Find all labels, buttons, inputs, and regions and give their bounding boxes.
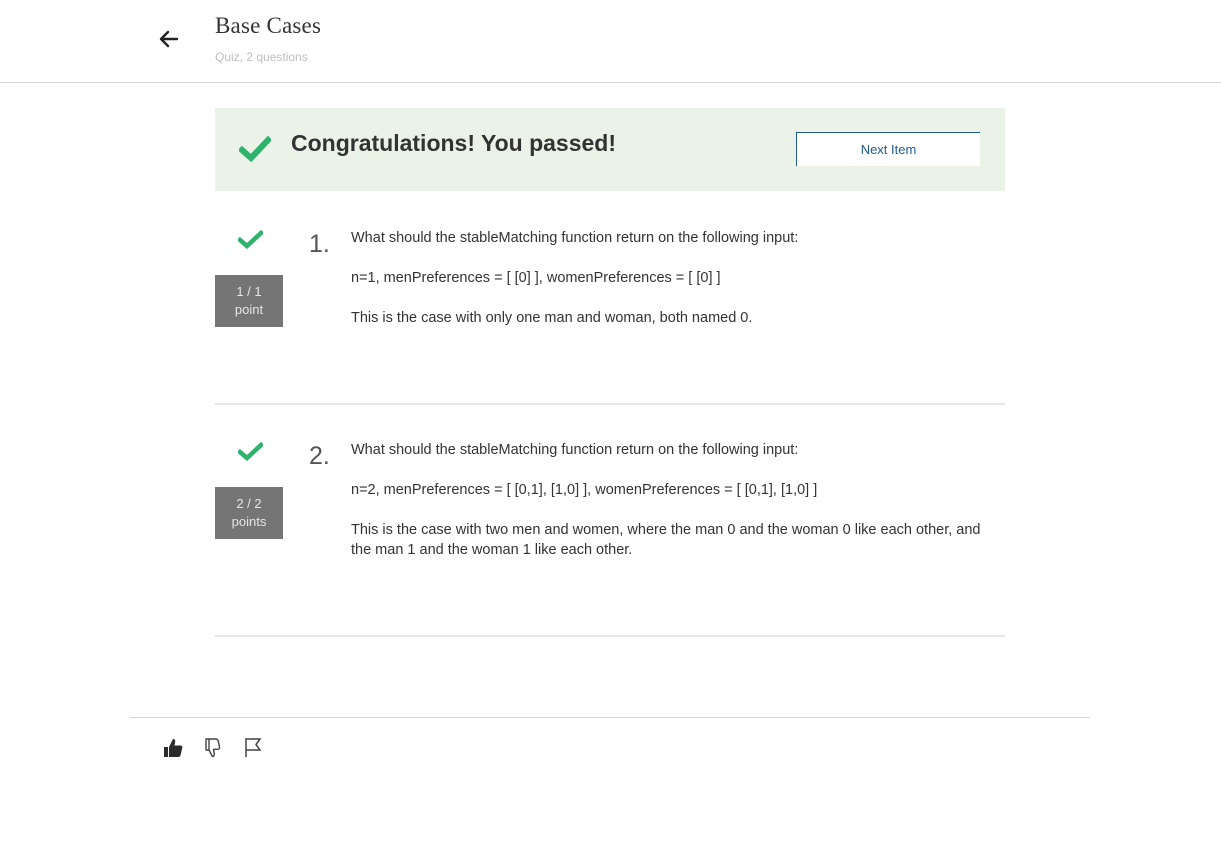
question-prompt: What should the stableMatching function …: [351, 230, 799, 246]
arrow-left-icon: [159, 30, 179, 48]
report-button[interactable]: [241, 736, 265, 760]
footer-divider: [130, 717, 1090, 718]
question-body: What should the stableMatching function …: [351, 228, 991, 348]
question-number: 1.: [309, 230, 330, 258]
score-unit: points: [231, 514, 267, 529]
question-body: What should the stableMatching function …: [351, 440, 991, 580]
question-note: This is the case with two men and women,…: [351, 522, 981, 558]
page-subtitle: Quiz, 2 questions: [215, 50, 308, 64]
score-unit: point: [234, 302, 264, 317]
thumbs-down-icon: [205, 738, 221, 758]
question-divider: [215, 635, 1005, 637]
checkmark-icon: [239, 136, 271, 162]
pass-message: Congratulations! You passed!: [291, 130, 617, 156]
score-badge: 2 / 2 points: [215, 487, 283, 539]
dislike-button[interactable]: [202, 736, 226, 760]
flag-icon: [245, 738, 262, 757]
question-divider: [215, 403, 1005, 405]
score-badge: 1 / 1 point: [215, 275, 283, 327]
thumbs-up-icon: [164, 739, 183, 757]
question-note: This is the case with only one man and w…: [351, 310, 753, 326]
like-button[interactable]: [161, 736, 185, 760]
page-header: Base Cases Quiz, 2 questions: [0, 0, 1221, 83]
next-item-button[interactable]: Next Item: [796, 132, 980, 166]
question-number: 2.: [309, 442, 330, 470]
checkmark-icon: [238, 230, 263, 250]
checkmark-icon: [238, 442, 263, 462]
score-value: 2 / 2: [236, 496, 262, 511]
question-prompt: What should the stableMatching function …: [351, 442, 799, 458]
question-2: 2 / 2 points 2. What should the stableMa…: [215, 432, 1005, 632]
question-input: n=2, menPreferences = [ [0,1], [1,0] ], …: [351, 482, 818, 498]
question-1: 1 / 1 point 1. What should the stableMat…: [215, 220, 1005, 400]
question-input: n=1, menPreferences = [ [0] ], womenPref…: [351, 270, 721, 286]
back-button[interactable]: [155, 25, 183, 53]
pass-banner: Congratulations! You passed! Next Item: [215, 108, 1005, 191]
page-title: Base Cases: [215, 13, 322, 38]
score-value: 1 / 1: [236, 284, 262, 299]
